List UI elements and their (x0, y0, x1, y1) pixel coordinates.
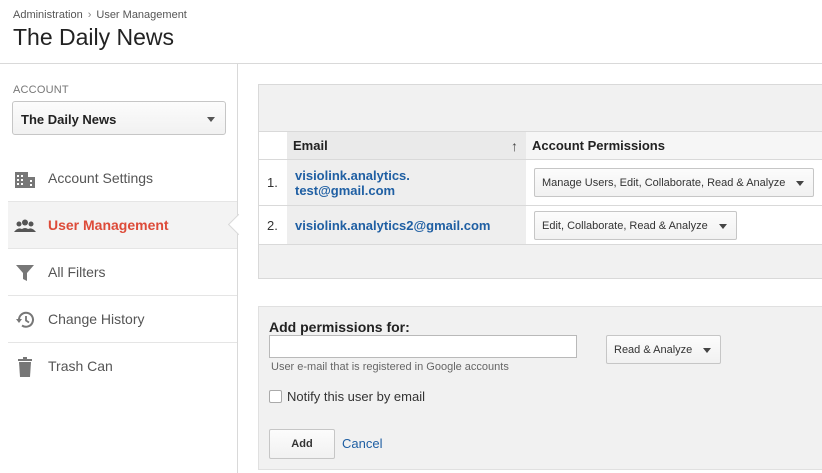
cancel-link[interactable]: Cancel (342, 436, 382, 451)
permissions-cell: Edit, Collaborate, Read & Analyze (526, 205, 822, 245)
table-header-row: Email ↑ Account Permissions (259, 131, 822, 160)
email-line: visiolink.analytics. (295, 167, 410, 183)
permissions-cell: Manage Users, Edit, Collaborate, Read & … (526, 159, 822, 206)
add-permissions-title: Add permissions for: (269, 319, 410, 335)
account-label: ACCOUNT (13, 84, 69, 96)
email-line: test@gmail.com (295, 182, 396, 198)
add-permissions-panel: Add permissions for: User e-mail that is… (258, 306, 822, 470)
email-field[interactable] (269, 335, 577, 358)
users-icon (14, 219, 36, 232)
sidebar-item-label: Change History (48, 311, 145, 327)
sidebar-item-label: Trash Can (48, 358, 113, 374)
sidebar-item-change-history[interactable]: Change History (8, 296, 237, 343)
table-row: 1. visiolink.analytics. test@gmail.com M… (259, 159, 822, 206)
notify-checkbox-label[interactable]: Notify this user by email (287, 389, 425, 404)
chevron-down-icon (703, 348, 712, 353)
breadcrumb-administration[interactable]: Administration (13, 9, 83, 21)
users-panel: Email ↑ Account Permissions 1. visiolink… (258, 84, 822, 279)
sidebar-item-trash-can[interactable]: Trash Can (8, 343, 237, 390)
building-icon (15, 172, 35, 188)
sidebar-item-label: User Management (48, 217, 169, 233)
table-header-number (259, 131, 287, 160)
trash-icon (18, 357, 32, 377)
chevron-down-icon (207, 117, 215, 122)
breadcrumb-separator: › (87, 9, 92, 21)
user-email-link[interactable]: visiolink.analytics2@gmail.com (287, 205, 526, 245)
permissions-dropdown[interactable]: Edit, Collaborate, Read & Analyze (534, 210, 737, 240)
permissions-dropdown-value: Edit, Collaborate, Read & Analyze (542, 219, 708, 232)
page-title: The Daily News (13, 24, 175, 50)
add-button[interactable]: Add (269, 429, 335, 459)
row-number: 2. (259, 205, 287, 245)
account-select[interactable]: The Daily News (12, 101, 226, 135)
permissions-dropdown-value: Manage Users, Edit, Collaborate, Read & … (542, 177, 786, 189)
email-column-label: Email (293, 138, 328, 153)
sidebar-item-label: All Filters (48, 264, 106, 280)
history-icon (16, 311, 34, 328)
filter-icon (16, 265, 34, 281)
sidebar: ACCOUNT The Daily News Account Settings (0, 64, 238, 473)
breadcrumb-user-management: User Management (96, 9, 187, 21)
email-column-header[interactable]: Email ↑ (287, 131, 526, 160)
email-field-hint: User e-mail that is registered in Google… (271, 361, 509, 373)
permissions-dropdown-value: Read & Analyze (614, 344, 693, 356)
new-user-permissions-dropdown[interactable]: Read & Analyze (606, 335, 722, 364)
sidebar-nav: Account Settings User Management All Fil… (8, 155, 237, 390)
table-row: 2. visiolink.analytics2@gmail.com Edit, … (259, 205, 822, 245)
permissions-dropdown[interactable]: Manage Users, Edit, Collaborate, Read & … (534, 168, 815, 197)
account-select-value: The Daily News (21, 112, 117, 127)
sidebar-item-all-filters[interactable]: All Filters (8, 249, 237, 296)
permissions-column-header: Account Permissions (526, 131, 822, 160)
breadcrumb: Administration › User Management (13, 9, 187, 21)
sort-up-arrow-icon[interactable]: ↑ (511, 138, 518, 154)
notify-checkbox[interactable] (269, 390, 282, 403)
users-table: Email ↑ Account Permissions 1. visiolink… (259, 131, 822, 245)
email-line: visiolink.analytics2@gmail.com (295, 217, 491, 233)
user-email-link[interactable]: visiolink.analytics. test@gmail.com (287, 159, 526, 206)
sidebar-item-label: Account Settings (48, 170, 154, 186)
chevron-down-icon (796, 181, 805, 186)
sidebar-item-user-management[interactable]: User Management (8, 202, 237, 249)
sidebar-item-account-settings[interactable]: Account Settings (8, 155, 237, 202)
chevron-down-icon (718, 223, 727, 229)
row-number: 1. (259, 159, 287, 206)
